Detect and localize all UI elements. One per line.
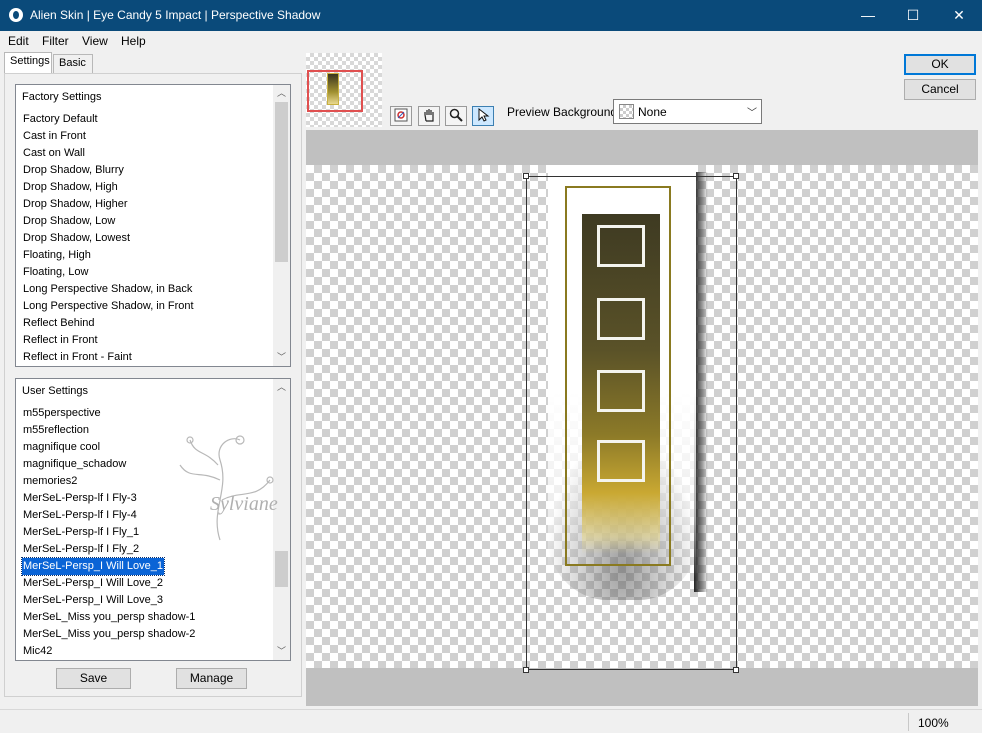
scroll-down-icon[interactable]: ﹀ bbox=[273, 643, 290, 660]
list-item[interactable]: MerSeL-Persp_I Will Love_3 bbox=[22, 592, 164, 609]
list-item[interactable]: magnifique cool bbox=[22, 439, 101, 456]
scroll-up-icon[interactable]: ︿ bbox=[273, 379, 290, 396]
ok-button[interactable]: OK bbox=[904, 54, 976, 75]
list-item[interactable]: Mic42 bbox=[22, 643, 53, 660]
scroll-thumb[interactable] bbox=[275, 102, 288, 262]
list-item[interactable]: Drop Shadow, Higher bbox=[22, 196, 129, 213]
list-item[interactable]: Reflect in Front bbox=[22, 332, 99, 349]
factory-scrollbar[interactable]: ︿ ﹀ bbox=[273, 85, 290, 366]
user-settings-header: User Settings bbox=[22, 385, 89, 397]
user-scrollbar[interactable]: ︿ ﹀ bbox=[273, 379, 290, 660]
list-item[interactable]: Factory Default bbox=[22, 111, 99, 128]
navigate-icon[interactable] bbox=[390, 106, 412, 126]
zoom-level: 100% bbox=[918, 716, 949, 730]
menu-view[interactable]: View bbox=[82, 34, 108, 48]
list-item[interactable]: MerSeL_Miss you_persp shadow-1 bbox=[22, 609, 196, 626]
manage-button[interactable]: Manage bbox=[176, 668, 247, 689]
list-item[interactable]: m55perspective bbox=[22, 405, 102, 422]
save-button[interactable]: Save bbox=[56, 668, 131, 689]
list-item[interactable]: Cast on Wall bbox=[22, 145, 86, 162]
scroll-down-icon[interactable]: ﹀ bbox=[273, 349, 290, 366]
user-settings-list[interactable]: User Settings m55perspective m55reflectio… bbox=[15, 378, 291, 661]
list-item[interactable]: m55reflection bbox=[22, 422, 90, 439]
status-separator bbox=[908, 713, 909, 731]
list-item[interactable]: Drop Shadow, Blurry bbox=[22, 162, 125, 179]
list-item[interactable]: Long Perspective Shadow, in Front bbox=[22, 298, 195, 315]
list-item[interactable]: Drop Shadow, High bbox=[22, 179, 119, 196]
list-item[interactable]: Cast in Front bbox=[22, 128, 87, 145]
navigator-viewport-frame[interactable] bbox=[307, 70, 363, 112]
resize-handle[interactable] bbox=[733, 173, 739, 179]
list-item[interactable]: magnifique_schadow bbox=[22, 456, 127, 473]
list-item[interactable]: MerSeL-Persp-lf I Fly_2 bbox=[22, 541, 140, 558]
maximize-button[interactable]: ☐ bbox=[890, 0, 936, 31]
select-arrow-icon[interactable] bbox=[472, 106, 494, 126]
preview-background-label: Preview Background: bbox=[507, 105, 621, 119]
list-item[interactable]: Drop Shadow, Lowest bbox=[22, 230, 131, 247]
transparency-swatch-icon bbox=[619, 104, 634, 119]
factory-settings-list[interactable]: Factory Settings Factory Default Cast in … bbox=[15, 84, 291, 367]
close-button[interactable]: ✕ bbox=[936, 0, 982, 31]
list-item[interactable]: Floating, High bbox=[22, 247, 92, 264]
resize-handle[interactable] bbox=[523, 173, 529, 179]
scroll-up-icon[interactable]: ︿ bbox=[273, 85, 290, 102]
minimize-button[interactable]: — bbox=[845, 0, 891, 31]
menu-bar: Edit Filter View Help bbox=[0, 31, 982, 51]
tab-settings[interactable]: Settings bbox=[4, 52, 52, 74]
list-item[interactable]: Floating, Low bbox=[22, 264, 89, 281]
title-bar: Alien Skin | Eye Candy 5 Impact | Perspe… bbox=[0, 0, 982, 31]
window-title: Alien Skin | Eye Candy 5 Impact | Perspe… bbox=[30, 8, 321, 22]
alien-skin-logo-icon bbox=[9, 8, 23, 22]
list-item[interactable]: MerSeL-Persp-lf I Fly-4 bbox=[22, 507, 138, 524]
preview-background-value: None bbox=[638, 105, 667, 119]
preview-background-select[interactable]: None ﹀ bbox=[613, 99, 762, 124]
menu-help[interactable]: Help bbox=[121, 34, 146, 48]
factory-settings-header: Factory Settings bbox=[22, 91, 102, 103]
resize-handle[interactable] bbox=[523, 667, 529, 673]
list-item[interactable]: MerSeL-Persp_I Will Love_2 bbox=[22, 575, 164, 592]
zoom-icon[interactable] bbox=[445, 106, 467, 126]
list-item[interactable]: Reflect in Front - Faint bbox=[22, 349, 133, 366]
menu-filter[interactable]: Filter bbox=[42, 34, 69, 48]
list-item[interactable]: MerSeL-Persp-lf I Fly-3 bbox=[22, 490, 138, 507]
status-bar: 100% bbox=[0, 709, 982, 733]
chevron-down-icon: ﹀ bbox=[747, 108, 757, 119]
list-item[interactable]: Long Perspective Shadow, in Back bbox=[22, 281, 193, 298]
list-item[interactable]: MerSeL-Persp_I Will Love_1 bbox=[20, 557, 166, 576]
tab-basic[interactable]: Basic bbox=[53, 54, 93, 73]
list-item[interactable]: Drop Shadow, Low bbox=[22, 213, 116, 230]
list-item[interactable]: Reflect Behind bbox=[22, 315, 96, 332]
cancel-button[interactable]: Cancel bbox=[904, 79, 976, 100]
list-item[interactable]: MerSeL_Miss you_persp shadow-2 bbox=[22, 626, 196, 643]
scroll-thumb[interactable] bbox=[275, 551, 288, 587]
list-item[interactable]: memories2 bbox=[22, 473, 78, 490]
hand-icon[interactable] bbox=[418, 106, 440, 126]
resize-handle[interactable] bbox=[733, 667, 739, 673]
menu-edit[interactable]: Edit bbox=[8, 34, 29, 48]
list-item[interactable]: MerSeL-Persp-lf I Fly_1 bbox=[22, 524, 140, 541]
selection-bounds[interactable] bbox=[526, 176, 737, 670]
